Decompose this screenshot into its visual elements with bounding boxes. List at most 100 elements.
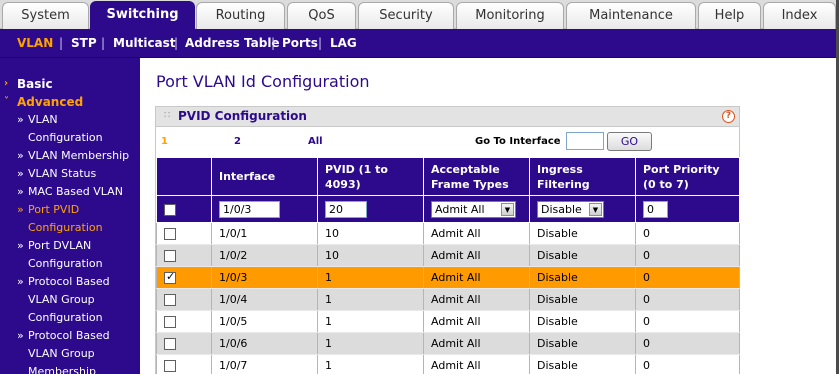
- subnav-separator: |: [271, 36, 276, 50]
- row-checkbox[interactable]: [164, 360, 176, 372]
- row-checkbox[interactable]: [164, 316, 176, 328]
- column-header-interface[interactable]: Interface: [211, 157, 318, 196]
- sidebar-item-label: Port DVLAN: [28, 239, 92, 252]
- sidebar-item-vlan-configuration[interactable]: » VLAN: [0, 111, 140, 129]
- sidebar-section-basic[interactable]: › Basic: [0, 75, 140, 93]
- subnav-multicast[interactable]: Multicast: [113, 29, 176, 58]
- sidebar-item-label: VLAN Group: [28, 347, 95, 360]
- table-row[interactable]: 1/0/5 1 Admit All Disable 0: [156, 310, 740, 333]
- grip-icon: ∷: [164, 110, 170, 121]
- sidebar-item-vlan-configuration-cont[interactable]: Configuration: [0, 129, 140, 147]
- tab-security[interactable]: Security: [358, 2, 454, 29]
- sidebar-item-mac-based-vlan[interactable]: » MAC Based VLAN: [0, 183, 140, 201]
- tab-help[interactable]: Help: [698, 2, 761, 29]
- sidebar-item-protocol-vlan-group-config-cont[interactable]: Configuration: [0, 309, 140, 327]
- page-link-all[interactable]: All: [308, 136, 323, 147]
- frame-types-cell: Admit All: [423, 244, 530, 267]
- sidebar-item-port-dvlan-configuration-cont[interactable]: Configuration: [0, 255, 140, 273]
- subnav-lag[interactable]: LAG: [330, 29, 357, 58]
- tab-index[interactable]: Index: [763, 2, 836, 29]
- table-row[interactable]: 1/0/7 1 Admit All Disable 0: [156, 354, 740, 374]
- row-checkbox[interactable]: [164, 228, 176, 240]
- sidebar: › Basic ˅ Advanced » VLAN Configuration …: [0, 58, 140, 374]
- page-link-2[interactable]: 2: [234, 136, 241, 147]
- sidebar-section-advanced[interactable]: ˅ Advanced: [0, 93, 140, 111]
- table-header-row: Interface PVID (1 to 4093) Acceptable Fr…: [156, 157, 740, 196]
- tab-switching[interactable]: Switching: [90, 1, 195, 30]
- interface-cell: 1/0/7: [211, 354, 318, 374]
- sidebar-item-port-pvid-configuration-cont[interactable]: Configuration: [0, 219, 140, 237]
- tab-monitoring[interactable]: Monitoring: [456, 2, 564, 29]
- main-content: Port VLAN Id Configuration ∷ PVID Config…: [140, 58, 839, 374]
- sidebar-item-protocol-vlan-group-config[interactable]: » Protocol Based: [0, 273, 140, 291]
- sidebar-item-port-pvid-configuration[interactable]: » Port PVID: [0, 201, 140, 219]
- column-header-frame-types[interactable]: Acceptable Frame Types: [423, 157, 530, 196]
- table-row-selected[interactable]: 1/0/3 1 Admit All Disable 0: [156, 266, 740, 289]
- tab-maintenance[interactable]: Maintenance: [566, 2, 696, 29]
- table-row[interactable]: 1/0/2 10 Admit All Disable 0: [156, 244, 740, 267]
- interface-input[interactable]: [219, 200, 280, 218]
- port-priority-input[interactable]: [643, 200, 668, 218]
- help-icon[interactable]: ?: [722, 110, 735, 123]
- row-checkbox[interactable]: [164, 338, 176, 350]
- frame-types-cell: Admit All: [423, 266, 530, 289]
- column-header-pvid[interactable]: PVID (1 to 4093): [317, 157, 424, 196]
- column-header-port-priority[interactable]: Port Priority (0 to 7): [635, 157, 740, 196]
- chevron-down-icon: ˅: [4, 96, 9, 107]
- row-checkbox-checked[interactable]: [164, 270, 176, 284]
- sidebar-item-protocol-vlan-group-membership-cont[interactable]: VLAN Group: [0, 345, 140, 363]
- sub-navigation: VLAN | STP | Multicast | Address Table |…: [0, 29, 839, 58]
- ingress-filtering-select[interactable]: Disable ▼: [537, 200, 604, 218]
- ingress-cell: Disable: [529, 354, 636, 374]
- table-row[interactable]: 1/0/6 1 Admit All Disable 0: [156, 332, 740, 355]
- sidebar-item-label: Configuration: [28, 257, 103, 270]
- sidebar-item-label: VLAN Status: [28, 167, 97, 180]
- sidebar-item-label: Port PVID: [28, 203, 80, 216]
- subnav-stp[interactable]: STP: [71, 29, 97, 58]
- tab-system[interactable]: System: [2, 2, 89, 29]
- go-button[interactable]: GO: [607, 132, 652, 151]
- table-row[interactable]: 1/0/1 10 Admit All Disable 0: [156, 222, 740, 245]
- sidebar-item-protocol-vlan-group-membership-cont[interactable]: Membership: [0, 363, 140, 374]
- column-header-ingress-filtering[interactable]: Ingress Filtering: [529, 157, 636, 196]
- subnav-vlan[interactable]: VLAN: [17, 29, 53, 58]
- sidebar-item-label: Protocol Based: [28, 329, 110, 342]
- sidebar-item-vlan-membership[interactable]: » VLAN Membership: [0, 147, 140, 165]
- subnav-separator: |: [174, 36, 179, 50]
- priority-cell: 0: [635, 222, 740, 245]
- tab-routing[interactable]: Routing: [196, 2, 285, 29]
- row-select-cell: [156, 354, 212, 374]
- pvid-input[interactable]: [325, 200, 367, 218]
- row-checkbox[interactable]: [164, 294, 176, 306]
- pvid-cell: 1: [317, 266, 424, 289]
- table-row[interactable]: 1/0/4 1 Admit All Disable 0: [156, 288, 740, 311]
- bullet-icon: »: [17, 329, 24, 342]
- sidebar-item-protocol-vlan-group-config-cont[interactable]: VLAN Group: [0, 291, 140, 309]
- row-checkbox[interactable]: [164, 250, 176, 262]
- priority-cell: 0: [635, 266, 740, 289]
- priority-cell: 0: [635, 332, 740, 355]
- subnav-ports[interactable]: Ports: [282, 29, 318, 58]
- tab-qos[interactable]: QoS: [287, 2, 356, 29]
- frame-types-select[interactable]: Admit All ▼: [431, 200, 516, 218]
- ingress-cell: Disable: [529, 244, 636, 267]
- row-select-cell: [156, 310, 212, 333]
- priority-cell: 0: [635, 244, 740, 267]
- edit-frame-types-cell: Admit All ▼: [423, 195, 530, 223]
- row-select-cell: [156, 332, 212, 355]
- sidebar-item-protocol-vlan-group-membership[interactable]: » Protocol Based: [0, 327, 140, 345]
- subnav-address-table[interactable]: Address Table: [185, 29, 280, 58]
- interface-cell: 1/0/3: [211, 266, 318, 289]
- go-to-interface-input[interactable]: [566, 132, 604, 150]
- page-link-1[interactable]: 1: [161, 136, 168, 147]
- select-all-checkbox[interactable]: [164, 203, 176, 216]
- sidebar-item-port-dvlan-configuration[interactable]: » Port DVLAN: [0, 237, 140, 255]
- bullet-icon: »: [17, 275, 24, 288]
- sidebar-item-vlan-status[interactable]: » VLAN Status: [0, 165, 140, 183]
- row-select-cell: [156, 222, 212, 245]
- pvid-cell: 1: [317, 354, 424, 374]
- frame-types-cell: Admit All: [423, 310, 530, 333]
- sidebar-item-label: Configuration: [28, 221, 103, 234]
- edit-row: Admit All ▼ Disable ▼: [156, 195, 740, 223]
- row-select-cell: [156, 244, 212, 267]
